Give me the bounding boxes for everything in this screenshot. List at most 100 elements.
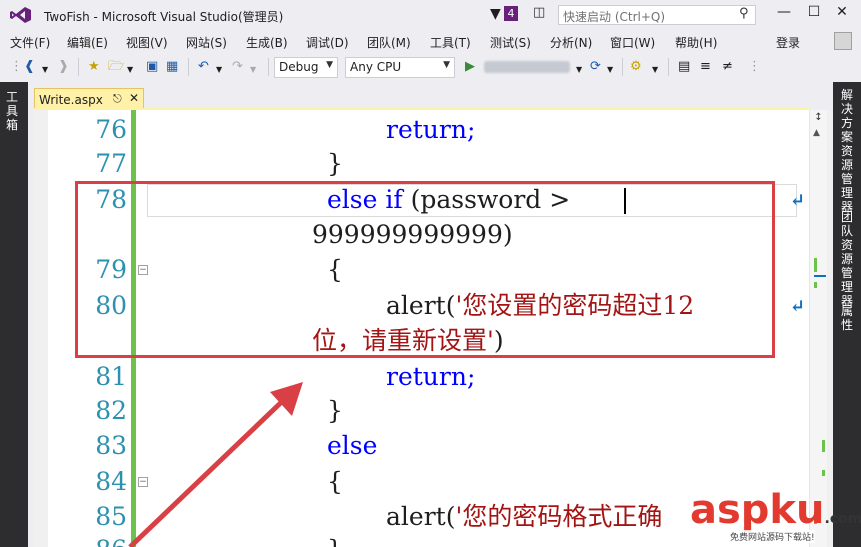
properties-tab[interactable]: 属性 [839, 304, 855, 332]
line-number: 84 [95, 467, 127, 496]
string-token: '您的密码格式正确 [455, 502, 663, 531]
pin-icon[interactable]: ⎋ [113, 92, 122, 106]
site-watermark: aspku.com 免费网站源码下载站! [690, 488, 861, 547]
search-icon[interactable]: ⚲ [739, 6, 749, 21]
watermark-caption: 免费网站源码下载站! [730, 530, 815, 543]
menu-test[interactable]: 测试(S) [490, 34, 531, 51]
redo-dropdown-icon[interactable]: ▼ [250, 62, 256, 78]
menu-analyze[interactable]: 分析(N) [550, 34, 592, 51]
configuration-value: Debug [279, 60, 319, 74]
word-wrap-icon: ↵ [790, 190, 806, 211]
indicator-margin [34, 110, 48, 547]
browser-link-icon[interactable]: ⚙ [630, 59, 642, 75]
line-number: 76 [95, 115, 127, 144]
watermark-logo-text: aspku [690, 487, 825, 533]
menu-build[interactable]: 生成(B) [246, 34, 288, 51]
left-tool-strip: 工具箱 [0, 82, 28, 547]
menu-help[interactable]: 帮助(H) [675, 34, 717, 51]
start-dropdown-icon[interactable]: ▼ [576, 62, 582, 78]
code-line-84: { [327, 467, 343, 496]
collapse-toggle[interactable]: − [138, 477, 148, 487]
menu-tools[interactable]: 工具(T) [430, 34, 471, 51]
document-tab-label: Write.aspx [39, 93, 103, 107]
visual-studio-logo-icon [10, 7, 31, 23]
code-line-81: return; [386, 362, 476, 391]
toolbar-separator [78, 58, 79, 76]
scrollbar-overview-map [814, 258, 826, 524]
menu-team[interactable]: 团队(M) [367, 34, 411, 51]
navigate-back-icon[interactable]: ❰ [24, 59, 35, 75]
toolbar-separator [268, 58, 269, 76]
filter-icon[interactable]: ▼ [490, 6, 501, 22]
watermark-logo-suffix: .com [824, 511, 861, 527]
document-tab-bar: Write.aspx ⎋ ✕ [34, 82, 834, 110]
menu-edit[interactable]: 编辑(E) [67, 34, 108, 51]
user-feedback-icon[interactable] [834, 32, 852, 50]
undo-icon[interactable]: ↶ [198, 59, 209, 75]
line-number: 81 [95, 362, 127, 391]
document-outline-icon[interactable]: ▤ [678, 59, 690, 75]
maximize-button[interactable]: ☐ [804, 4, 824, 24]
line-number: 86 [79, 535, 127, 547]
toolbar-separator [622, 58, 623, 76]
open-file-icon[interactable]: 🗁 [108, 59, 124, 75]
menu-debug[interactable]: 调试(D) [306, 34, 349, 51]
toolbar-separator [668, 58, 669, 76]
overflow-icon[interactable]: ▼ [652, 62, 658, 78]
line-number: 82 [95, 396, 127, 425]
save-all-icon[interactable]: ▦ [166, 59, 178, 75]
notification-badge[interactable]: 4 [504, 6, 518, 21]
navigate-forward-icon[interactable]: ❱ [58, 59, 69, 75]
redo-icon[interactable]: ↷ [232, 59, 243, 75]
menu-file[interactable]: 文件(F) [10, 34, 50, 51]
toolbox-tab[interactable]: 工具箱 [6, 90, 22, 132]
code-line-85: alert('您的密码格式正确 [386, 502, 662, 532]
platform-select[interactable]: Any CPU ▼ [345, 57, 455, 78]
scroll-up-icon[interactable]: ▲ [813, 128, 820, 138]
chevron-down-icon: ▼ [443, 60, 450, 70]
comment-icon[interactable]: ≡ [700, 59, 711, 75]
start-target-label[interactable] [484, 61, 570, 73]
configuration-select[interactable]: Debug ▼ [274, 57, 338, 78]
menu-bar: 文件(F) 编辑(E) 视图(V) 网站(S) 生成(B) 调试(D) 团队(M… [0, 30, 861, 52]
minimize-button[interactable]: — [774, 4, 794, 24]
toolbar-separator [188, 58, 189, 76]
close-icon[interactable]: ✕ [129, 91, 139, 105]
right-tool-strip: 解决方案资源管理器 团队资源管理器 属性 [833, 82, 861, 547]
open-dropdown-icon[interactable]: ▼ [127, 62, 133, 78]
chevron-down-icon: ▼ [326, 60, 333, 70]
login-link[interactable]: 登录 [776, 34, 800, 51]
code-line-83: else [327, 431, 378, 460]
split-window-button[interactable]: ↕ [812, 112, 825, 126]
close-button[interactable]: ✕ [832, 4, 852, 24]
new-project-icon[interactable]: ★ [88, 59, 100, 75]
platform-value: Any CPU [350, 60, 402, 74]
grip-icon: ⋮ [10, 59, 23, 74]
menu-window[interactable]: 窗口(W) [610, 34, 655, 51]
undo-dropdown-icon[interactable]: ▼ [216, 62, 222, 78]
back-dropdown-icon[interactable]: ▼ [42, 62, 48, 78]
code-line-86: } [327, 535, 343, 547]
vertical-scrollbar[interactable] [809, 110, 827, 547]
solution-explorer-tab[interactable]: 解决方案资源管理器 [839, 88, 855, 214]
code-line-77: } [327, 149, 343, 178]
word-wrap-icon: ↵ [790, 296, 806, 317]
document-tab[interactable]: Write.aspx ⎋ ✕ [34, 88, 144, 110]
standard-toolbar: ⋮ ❰ ▼ ❱ ★ 🗁 ▼ ▣ ▦ ↶ ▼ ↷ ▼ Debug ▼ Any CP… [0, 52, 861, 82]
code-token: alert( [386, 502, 456, 531]
code-line-76: return; [386, 115, 476, 144]
refresh-dropdown-icon[interactable]: ▼ [607, 62, 613, 78]
uncomment-icon[interactable]: ≠ [722, 59, 733, 75]
team-explorer-tab[interactable]: 团队资源管理器 [839, 210, 855, 308]
menu-website[interactable]: 网站(S) [186, 34, 227, 51]
toolbar-options-icon[interactable]: ⋮ [748, 59, 761, 75]
quick-launch-input[interactable]: 快速启动 (Ctrl+Q) [558, 5, 756, 25]
line-number: 77 [95, 149, 127, 178]
save-icon[interactable]: ▣ [146, 59, 158, 75]
code-line-82: } [327, 396, 343, 425]
play-icon[interactable]: ▶ [465, 59, 475, 75]
menu-view[interactable]: 视图(V) [126, 34, 168, 51]
window-title: TwoFish - Microsoft Visual Studio(管理员) [44, 10, 284, 24]
refresh-icon[interactable]: ⟳ [590, 59, 601, 75]
feedback-icon[interactable]: ◫ [533, 5, 545, 20]
